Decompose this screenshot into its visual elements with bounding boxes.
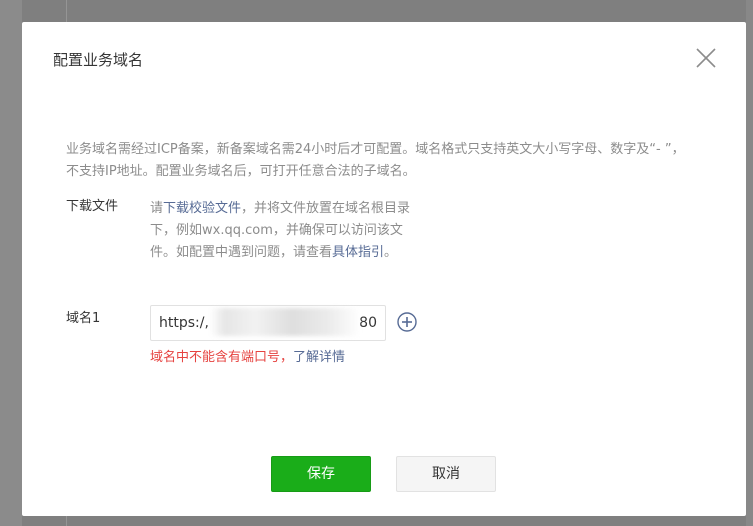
error-text: 域名中不能含有端口号， (150, 350, 294, 365)
dialog-title: 配置业务域名 (53, 51, 144, 69)
add-domain-button[interactable] (397, 312, 417, 332)
dialog-description: 业务域名需经过ICP备案，新备案域名需24小时后才可配置。域名格式只支持英文大小… (66, 142, 685, 179)
download-instructions: 请下载校验文件，并将文件放置在域名根目录下，例如wx.qq.com，并确保可以访… (150, 198, 420, 264)
download-verification-file-link[interactable]: 下载校验文件 (163, 201, 241, 216)
background-right (746, 0, 753, 526)
download-text-before: 请 (150, 201, 164, 216)
configure-domain-dialog: 配置业务域名 业务域名需经过ICP备案，新备案域名需24小时后才可配置。域名格式… (22, 22, 746, 516)
domain-input-prefix: https:/, (159, 315, 209, 331)
detailed-guide-link[interactable]: 具体指引 (332, 245, 384, 260)
domain-label: 域名1 (66, 311, 101, 326)
cancel-button[interactable]: 取消 (396, 456, 496, 492)
plus-circle-icon (397, 312, 417, 332)
download-text-end: 。 (384, 245, 398, 260)
close-button[interactable] (695, 47, 717, 69)
domain-error-message: 域名中不能含有端口号，了解详情 (150, 346, 345, 365)
save-button[interactable]: 保存 (271, 456, 371, 492)
background-left (0, 0, 22, 526)
learn-more-link[interactable]: 了解详情 (293, 350, 345, 365)
download-file-label: 下载文件 (66, 199, 119, 214)
close-icon (696, 48, 716, 68)
redacted-domain-overlay (210, 308, 360, 336)
domain-input-suffix: 80 (359, 315, 377, 331)
